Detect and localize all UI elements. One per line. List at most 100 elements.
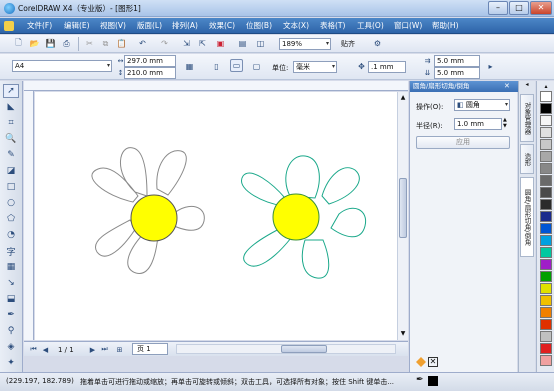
table-tool-icon[interactable]: ▦	[3, 260, 19, 274]
duplicate-distance-x-field[interactable]: 5.0 mm	[434, 55, 480, 67]
outline-pen-tool-icon[interactable]: ⚲	[3, 324, 19, 338]
open-icon[interactable]: 📂	[28, 37, 41, 50]
docker-close-icon[interactable]: ✕	[504, 82, 514, 91]
flower-petal[interactable]	[241, 172, 286, 207]
more-options-icon[interactable]: ▸	[484, 60, 497, 73]
minimize-button[interactable]: –	[488, 1, 508, 15]
horizontal-scroll-thumb[interactable]	[281, 345, 327, 353]
flower-petal[interactable]	[120, 147, 148, 197]
ellipse-tool-icon[interactable]: ○	[3, 196, 19, 210]
green-flower[interactable]	[241, 155, 367, 279]
current-page-icon[interactable]: ▢	[250, 60, 263, 73]
flower-center[interactable]	[272, 193, 320, 241]
color-swatch[interactable]	[540, 127, 552, 138]
snap-to-dropdown[interactable]: 贴齐	[341, 39, 355, 49]
horizontal-scrollbar[interactable]	[176, 344, 396, 354]
menu-file[interactable]: 文件(F)	[27, 20, 52, 31]
maximize-button[interactable]: □	[509, 1, 529, 15]
parallel-dimension-tool-icon[interactable]: ↘	[3, 276, 19, 290]
tab-shaping[interactable]: 造形	[520, 144, 534, 174]
color-swatch[interactable]	[540, 211, 552, 222]
copy-icon[interactable]: ⧉	[99, 37, 112, 50]
corel-online-icon[interactable]: ◫	[254, 37, 267, 50]
radius-field[interactable]: 1.0 mm	[454, 118, 502, 130]
color-swatch[interactable]	[540, 247, 552, 258]
basic-shapes-tool-icon[interactable]: ◔	[3, 228, 19, 242]
smart-fill-tool-icon[interactable]: ◪	[3, 164, 19, 178]
nudge-distance-field[interactable]: .1 mm	[368, 61, 406, 73]
page-size-select[interactable]: A4 ▾	[12, 60, 112, 72]
color-swatch[interactable]	[540, 295, 552, 306]
flower-petal[interactable]	[321, 167, 360, 205]
scroll-up-icon[interactable]: ▲	[399, 94, 407, 102]
zoom-level-select[interactable]: 189% ▾	[279, 38, 331, 50]
menu-edit[interactable]: 编辑(E)	[64, 20, 90, 31]
drawing-canvas[interactable]	[35, 92, 397, 340]
color-swatch[interactable]	[540, 91, 552, 102]
color-swatch[interactable]	[540, 343, 552, 354]
paste-icon[interactable]: 📋	[115, 37, 128, 50]
page-width-field[interactable]: 297.0 mm	[124, 55, 176, 67]
radius-spinner[interactable]: ▲ ▼	[503, 117, 507, 129]
tab-object-manager[interactable]: 对象管理器	[520, 94, 534, 142]
freehand-tool-icon[interactable]: ✎	[3, 148, 19, 162]
color-swatch[interactable]	[540, 151, 552, 162]
palette-scroll-up-icon[interactable]: ▴	[540, 83, 552, 90]
vertical-scroll-thumb[interactable]	[399, 178, 407, 238]
color-swatch[interactable]	[540, 223, 552, 234]
menu-arrange[interactable]: 排列(A)	[172, 20, 198, 31]
all-pages-icon[interactable]: ▦	[183, 60, 196, 73]
color-swatch[interactable]	[540, 307, 552, 318]
menu-text[interactable]: 文本(X)	[283, 20, 309, 31]
color-swatch[interactable]	[540, 163, 552, 174]
menu-table[interactable]: 表格(T)	[320, 20, 345, 31]
page-height-field[interactable]: 210.0 mm	[124, 67, 176, 79]
add-page-icon[interactable]: ⊞	[113, 343, 126, 356]
gray-flower[interactable]	[91, 147, 205, 274]
fill-tool-icon[interactable]: ◈	[3, 340, 19, 354]
pick-tool-icon[interactable]: ➚	[3, 84, 19, 98]
color-swatch[interactable]	[540, 331, 552, 342]
flower-petal[interactable]	[94, 219, 137, 257]
export-icon[interactable]: ⇱	[196, 37, 209, 50]
outline-color-swatch[interactable]	[428, 376, 438, 386]
import-icon[interactable]: ⇲	[180, 37, 193, 50]
print-icon[interactable]: ⎙	[60, 37, 73, 50]
color-swatch[interactable]	[540, 319, 552, 330]
color-swatch[interactable]	[540, 175, 552, 186]
rectangle-tool-icon[interactable]: □	[3, 180, 19, 194]
eyedropper-tool-icon[interactable]: ✒	[3, 308, 19, 322]
menu-window[interactable]: 窗口(W)	[394, 20, 422, 31]
polygon-tool-icon[interactable]: ⬠	[3, 212, 19, 226]
flower-center[interactable]	[130, 194, 178, 242]
duplicate-distance-y-field[interactable]: 5.0 mm	[434, 67, 480, 79]
close-button[interactable]: ✕	[530, 1, 552, 15]
flower-petal[interactable]	[91, 167, 139, 203]
zoom-tool-icon[interactable]: 🔍	[3, 132, 19, 146]
color-swatch[interactable]	[540, 115, 552, 126]
interactive-fill-tool-icon[interactable]: ✦	[3, 356, 19, 370]
menu-tools[interactable]: 工具(O)	[357, 20, 384, 31]
docker-arrow-icon[interactable]: ◂	[520, 81, 534, 92]
cut-icon[interactable]: ✂	[83, 37, 96, 50]
color-swatch[interactable]	[540, 103, 552, 114]
color-swatch[interactable]	[540, 283, 552, 294]
flower-petal[interactable]	[330, 207, 367, 238]
interactive-blend-tool-icon[interactable]: ⬓	[3, 292, 19, 306]
color-swatch[interactable]	[540, 139, 552, 150]
text-tool-icon[interactable]: 字	[3, 244, 19, 258]
page-tab[interactable]: 页 1	[132, 343, 168, 355]
flower-petal[interactable]	[285, 155, 320, 199]
no-fill-swatch[interactable]: ✕	[428, 357, 438, 367]
previous-page-icon[interactable]: ◀	[39, 343, 52, 356]
redo-icon[interactable]: ↷	[158, 37, 171, 50]
portrait-icon[interactable]: ▯	[210, 60, 223, 73]
options-icon[interactable]: ⚙	[371, 37, 384, 50]
vertical-scrollbar[interactable]: ▲ ▼	[397, 92, 408, 340]
vertical-ruler[interactable]	[24, 91, 34, 340]
menu-bitmaps[interactable]: 位图(B)	[246, 20, 272, 31]
flower-petal[interactable]	[301, 239, 330, 279]
color-swatch[interactable]	[540, 187, 552, 198]
flower-petal[interactable]	[156, 150, 187, 196]
color-swatch[interactable]	[540, 259, 552, 270]
